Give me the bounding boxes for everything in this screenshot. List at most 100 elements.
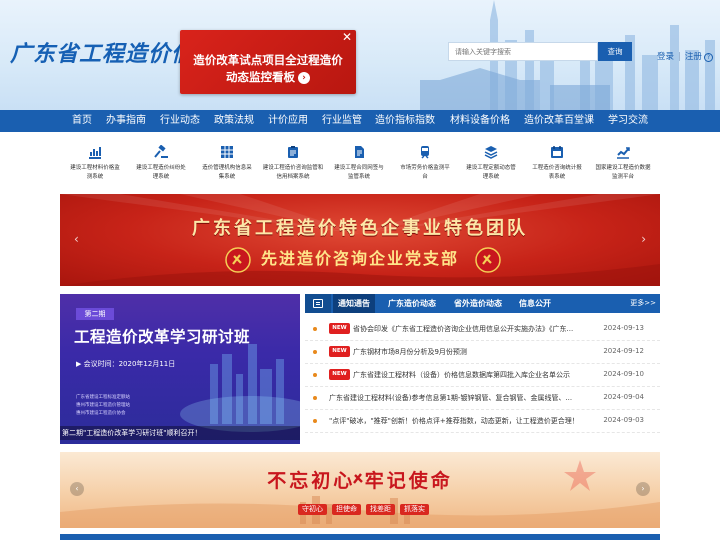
- layers-icon: [484, 146, 498, 159]
- nav-item-policy[interactable]: 政策法规: [214, 110, 254, 132]
- quick-link-label: 建设工程造价纠纷处 理系统: [136, 165, 186, 180]
- quick-link-national-data[interactable]: 国家建设工程造价数据 监测平台: [590, 140, 656, 190]
- bullet-icon: [313, 419, 317, 423]
- news-carousel-image[interactable]: 第二期 工程造价改革学习研讨班 ▶ 会议时间：2020年12月11日 广东省建设…: [60, 294, 300, 444]
- quick-link-label: 造价管理机构信息采 集系统: [202, 165, 252, 180]
- arrow-right-icon[interactable]: ›: [298, 72, 310, 84]
- news-date: 2024-09-04: [603, 393, 644, 401]
- trend-icon: [617, 147, 630, 159]
- news-date: 2024-09-13: [603, 324, 644, 332]
- nav-item-learning[interactable]: 学习交流: [608, 110, 648, 132]
- campaign-pill: 找差距: [366, 504, 395, 515]
- nav-item-pricing[interactable]: 计价应用: [268, 110, 308, 132]
- quick-link-labor-price[interactable]: 市场劳务价格监测平台: [392, 140, 458, 190]
- nav-item-indices[interactable]: 造价指标指数: [375, 110, 435, 132]
- news-row[interactable]: NEW 广东钢材市场8月份分析及9月份预测 2024-09-12: [305, 341, 660, 364]
- new-badge: NEW: [329, 346, 350, 357]
- nav-item-home[interactable]: 首页: [72, 110, 92, 132]
- quick-link-statistics[interactable]: 工程造价咨询统计报 表系统: [524, 140, 590, 190]
- meeting-date: ▶ 会议时间：2020年12月11日: [76, 360, 176, 368]
- banner-rays-decoration: [60, 194, 660, 286]
- organizer-line: 惠州市建设工程造价协会: [76, 411, 126, 416]
- chart-icon: [89, 147, 101, 159]
- organizer-line: 惠州市建设工程造价管理站: [76, 403, 130, 408]
- nav-item-supervision[interactable]: 行业监管: [322, 110, 362, 132]
- quick-link-label: 建设工程定额动态管 理系统: [466, 165, 516, 180]
- news-row[interactable]: 广东省建设工程材料(设备)参考信息第1期-镀锌钢管、复合钢管、金属线管、... …: [305, 387, 660, 410]
- quick-link-credit-archive[interactable]: 建设工程造价咨询监管和 信用档案系统: [260, 140, 326, 190]
- carousel-next-icon[interactable]: ›: [636, 482, 650, 496]
- news-date: 2024-09-12: [603, 347, 644, 355]
- news-tab-bar: 通知通告 广东造价动态 省外造价动态 信息公开 更多>>: [305, 294, 660, 313]
- tab-gd-news[interactable]: 广东造价动态: [381, 294, 443, 313]
- gavel-icon: [154, 145, 168, 158]
- news-title[interactable]: 省协会印发《广东省工程造价咨询企业信用信息公开实施办法》《广东...: [353, 324, 608, 335]
- campaign-pill: 担使命: [332, 504, 361, 515]
- quick-link-material-price[interactable]: 建设工程材料价格监 测系统: [62, 140, 128, 190]
- quick-link-dispute[interactable]: 建设工程造价纠纷处 理系统: [128, 140, 194, 190]
- news-date: 2024-09-03: [603, 416, 644, 424]
- calendar-icon: [551, 146, 563, 158]
- quick-link-agency-info[interactable]: 造价管理机构信息采 集系统: [194, 140, 260, 190]
- grid-icon: [221, 146, 233, 158]
- register-link[interactable]: 注册: [685, 52, 702, 62]
- search-input[interactable]: [448, 42, 598, 61]
- banner-subtitle: 先进造价咨询企业党支部: [260, 249, 459, 268]
- bullet-icon: [313, 396, 317, 400]
- login-link[interactable]: 登录: [657, 52, 674, 62]
- quick-link-contract[interactable]: 建设工程合同网签与 监管系统: [326, 140, 392, 190]
- carousel-prev-icon[interactable]: ‹: [70, 482, 84, 496]
- news-title[interactable]: 广东钢材市场8月份分析及9月份预测: [353, 347, 608, 358]
- promo-popup[interactable]: ✕ 造价改革试点项目全过程造价 动态监控看板 ›: [180, 30, 356, 94]
- organizer-line: 广东省建设工程标准定额站: [76, 395, 130, 400]
- quick-link-quota[interactable]: 建设工程定额动态管 理系统: [458, 140, 524, 190]
- news-title[interactable]: 广东省建设工程材料（设备）价格信息数据库第四批入库企业名单公示: [353, 370, 608, 381]
- new-badge: NEW: [329, 323, 350, 334]
- search-button[interactable]: 查询: [598, 42, 632, 61]
- nav-item-reform[interactable]: 造价改革百堂课: [524, 110, 594, 132]
- nav-item-materials[interactable]: 材料设备价格: [450, 110, 510, 132]
- bullet-icon: [313, 350, 317, 354]
- carousel-next-icon[interactable]: ›: [641, 232, 646, 246]
- promo-line-2: 动态监控看板 ›: [180, 69, 356, 85]
- news-icon: [305, 294, 331, 313]
- news-row[interactable]: "点评"破冰，"推荐"创新！价格点评+推荐指数，动态更新，让工程造价更合理！ 2…: [305, 410, 660, 433]
- quick-link-label: 国家建设工程造价数据 监测平台: [595, 165, 651, 180]
- quick-link-label: 建设工程合同网签与 监管系统: [334, 165, 384, 180]
- news-title[interactable]: 广东省建设工程材料(设备)参考信息第1期-镀锌钢管、复合钢管、金属线管、...: [329, 393, 608, 404]
- campaign-title: 不忘初心 牢记使命: [267, 470, 453, 492]
- site-header: 广东省工程造价信息 ✕ 造价改革试点项目全过程造价 动态监控看板› 查询 登录|…: [0, 0, 720, 110]
- quick-link-label: 工程造价咨询统计报 表系统: [532, 165, 582, 180]
- nav-item-industry[interactable]: 行业动态: [160, 110, 200, 132]
- bullet-icon: [313, 373, 317, 377]
- help-icon[interactable]: ?: [703, 53, 713, 62]
- more-link[interactable]: 更多>>: [630, 294, 656, 313]
- news-title[interactable]: "点评"破冰，"推荐"创新！价格点评+推荐指数，动态更新，让工程造价更合理！: [329, 416, 608, 427]
- nav-item-guide[interactable]: 办事指南: [106, 110, 146, 132]
- tab-other-province-news[interactable]: 省外造价动态: [447, 294, 509, 313]
- clipboard-icon: [288, 146, 298, 158]
- news-date: 2024-09-10: [603, 370, 644, 378]
- close-icon[interactable]: ✕: [340, 30, 354, 44]
- feature-banner[interactable]: 广东省工程造价特色企事业特色团队 先进造价咨询企业党支部 ‹ ›: [60, 194, 660, 286]
- train-icon: [421, 146, 429, 159]
- tab-notices[interactable]: 通知通告: [333, 294, 375, 313]
- carousel-prev-icon[interactable]: ‹: [74, 232, 79, 246]
- quick-link-label: 建设工程材料价格监 测系统: [70, 165, 120, 180]
- news-row[interactable]: NEW 广东省建设工程材料（设备）价格信息数据库第四批入库企业名单公示 2024…: [305, 364, 660, 387]
- quick-links: 建设工程材料价格监 测系统 建设工程造价纠纷处 理系统 造价管理机构信息采 集系统 建…: [62, 140, 658, 190]
- divider: |: [678, 52, 681, 62]
- footer-strip: [60, 534, 660, 540]
- banner-title: 广东省工程造价特色企事业特色团队: [192, 218, 528, 239]
- issue-tag: 第二期: [76, 308, 114, 320]
- promo-line-2-text: 动态监控看板: [226, 70, 295, 84]
- image-caption[interactable]: 第二期"工程造价改革学习研讨班"顺利召开！: [60, 426, 300, 440]
- account-links: 登录 | 注册?: [657, 50, 713, 62]
- tab-disclosure[interactable]: 信息公开: [513, 294, 557, 313]
- campaign-pill: 抓落实: [400, 504, 429, 515]
- main-nav: 首页 办事指南 行业动态 政策法规 计价应用 行业监管 造价指标指数 材料设备价…: [0, 110, 720, 132]
- news-row[interactable]: NEW 省协会印发《广东省工程造价咨询企业信用信息公开实施办法》《广东... 2…: [305, 318, 660, 341]
- quick-link-label: 市场劳务价格监测平台: [400, 165, 450, 180]
- campaign-pill: 守初心: [298, 504, 327, 515]
- campaign-banner[interactable]: 不忘初心 牢记使命 守初心 担使命 找差距 抓落实 ‹ ›: [60, 452, 660, 528]
